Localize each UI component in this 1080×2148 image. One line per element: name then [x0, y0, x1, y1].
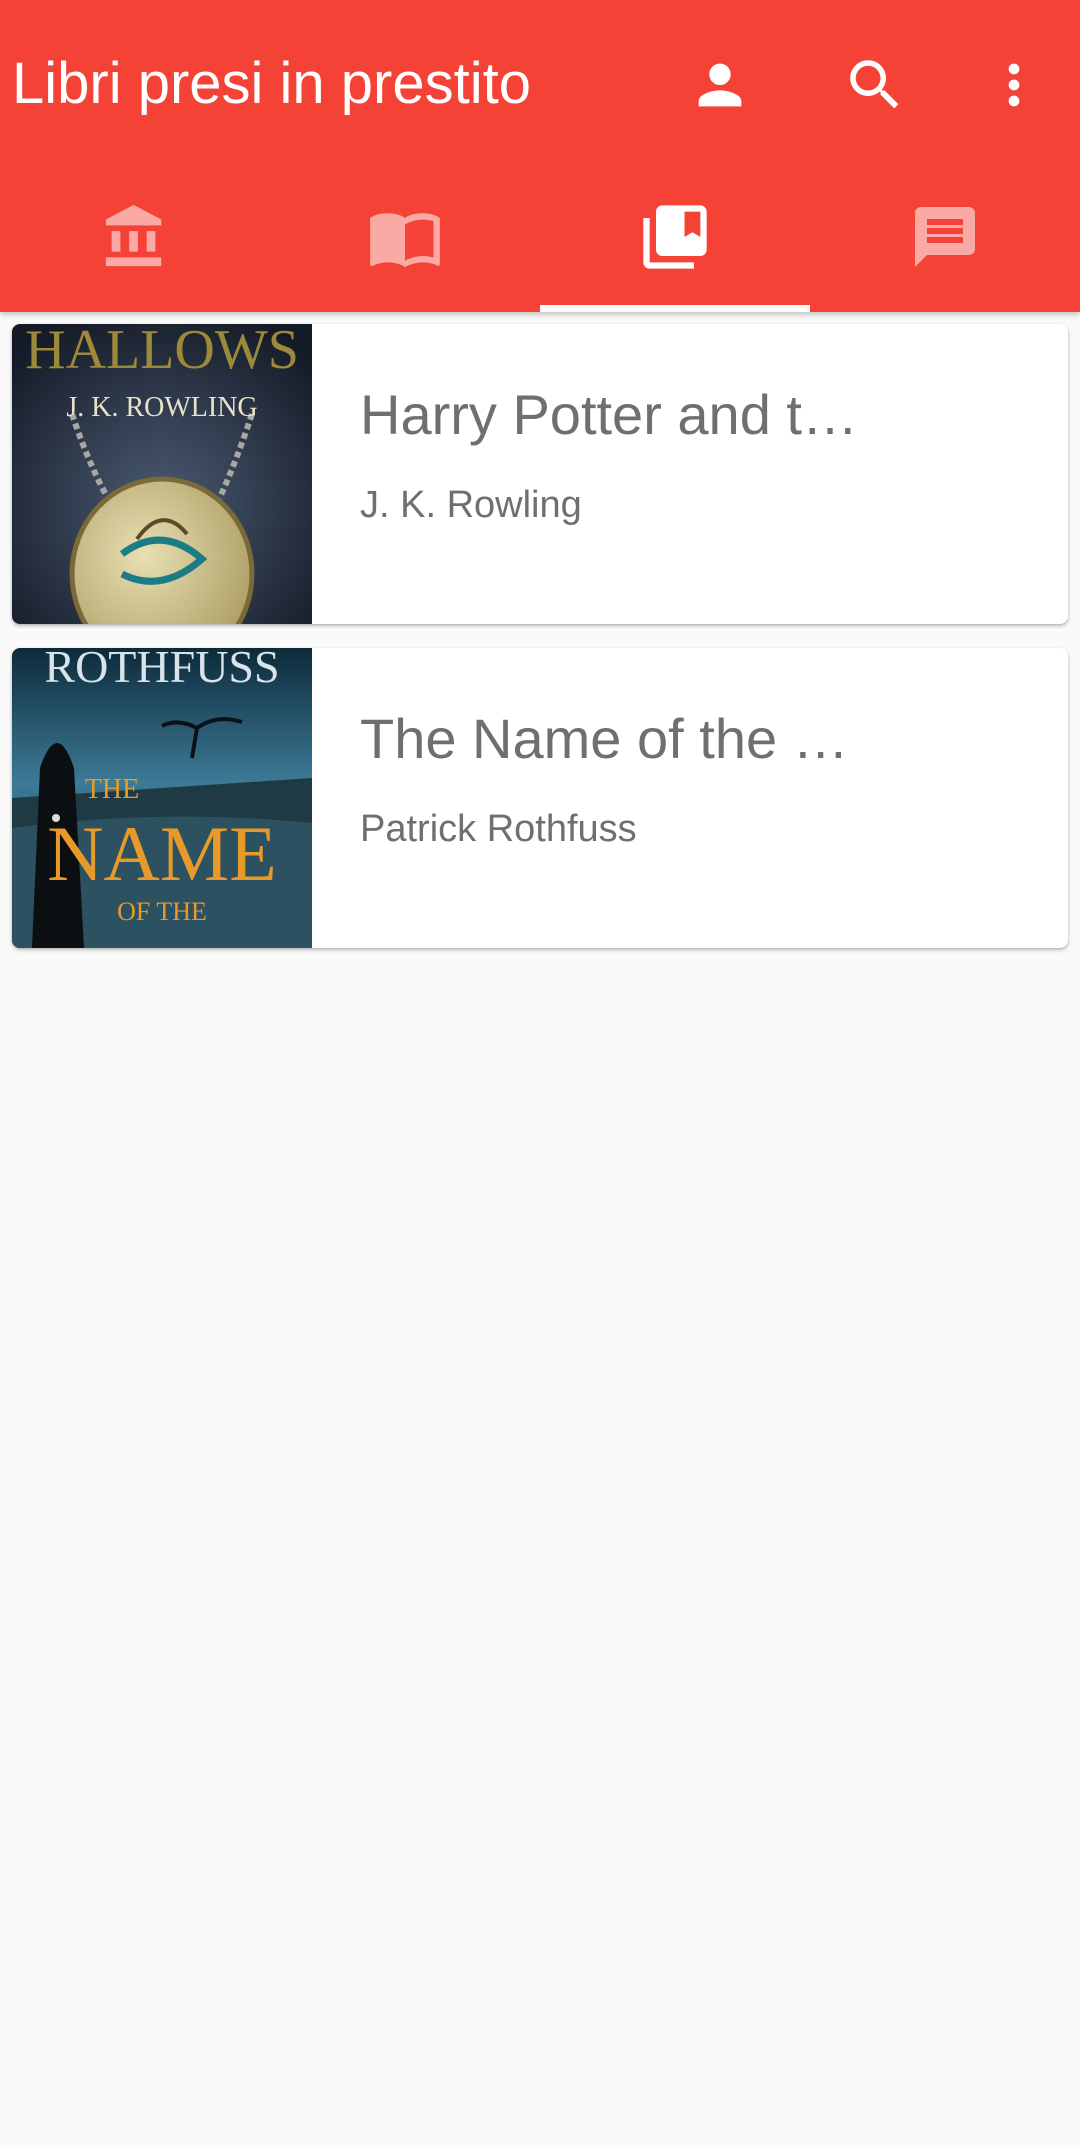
cover-author-text: ROTHFUSS — [44, 648, 279, 692]
open-book-icon — [370, 213, 440, 268]
search-icon — [850, 60, 899, 109]
cover-title-text: HALLOWS — [25, 324, 299, 381]
cover-author-text: J. K. ROWLING — [66, 392, 257, 423]
book-title: The Name of the … — [360, 707, 849, 770]
book-cover: HALLOWS J. K. ROWLING — [12, 324, 312, 624]
collections-bookmark-icon — [643, 205, 707, 269]
tab-bar — [0, 172, 1080, 312]
page-title: Libri presi in prestito — [12, 51, 531, 116]
active-tab-indicator — [540, 305, 810, 312]
list-item[interactable]: HALLOWS J. K. ROWLING Harry Potter and t… — [12, 324, 1068, 624]
book-cover: ROTHFUSS THE NAME OF THE — [12, 648, 312, 948]
tab-messages[interactable] — [810, 172, 1080, 312]
search-button[interactable] — [825, 40, 925, 130]
app-bar: Libri presi in prestito — [0, 0, 1080, 312]
message-icon — [915, 207, 975, 267]
more-options-button[interactable] — [964, 40, 1064, 130]
book-author: J. K. Rowling — [360, 484, 582, 526]
borrowed-books-list: HALLOWS J. K. ROWLING Harry Potter and t… — [12, 324, 1068, 972]
more-vert-icon — [1008, 63, 1020, 107]
book-title: Harry Potter and t… — [360, 383, 858, 446]
tab-books[interactable] — [270, 172, 540, 312]
list-item[interactable]: ROTHFUSS THE NAME OF THE The Name of the… — [12, 648, 1068, 948]
account-button[interactable] — [670, 40, 770, 130]
library-icon — [105, 204, 162, 267]
toolbar: Libri presi in prestito — [0, 0, 1080, 172]
cover-title-text: THE — [85, 774, 139, 805]
person-icon — [698, 63, 742, 107]
tab-borrowed[interactable] — [540, 172, 810, 312]
cover-title-text: OF THE — [117, 897, 207, 926]
book-author: Patrick Rothfuss — [360, 808, 637, 850]
cover-title-text: NAME — [47, 810, 277, 897]
tab-library[interactable] — [0, 172, 270, 312]
